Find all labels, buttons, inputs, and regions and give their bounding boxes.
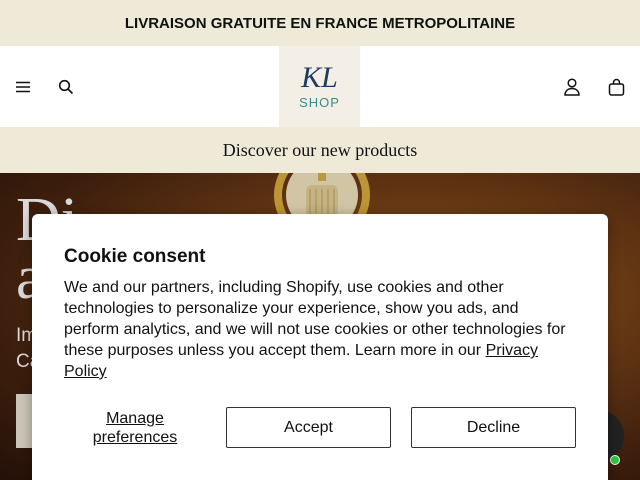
cookie-body: We and our partners, including Shopify, …	[64, 279, 566, 380]
discover-text: Discover our new products	[222, 139, 418, 160]
site-header: KL SHOP	[0, 46, 640, 127]
announcement-text: LIVRAISON GRATUITE EN FRANCE METROPOLITA…	[124, 14, 516, 32]
logo-text: SHOP	[299, 95, 340, 110]
manage-preferences-button[interactable]: Manage preferences	[64, 407, 206, 448]
cookie-consent-dialog: Cookie consent We and our partners, incl…	[32, 214, 608, 480]
cookie-actions: Manage preferences Accept Decline	[64, 407, 576, 448]
logo-mark: KL	[301, 61, 338, 94]
shop-logo[interactable]: KL SHOP	[279, 46, 360, 127]
accept-button[interactable]: Accept	[226, 407, 391, 448]
cart-icon[interactable]	[604, 75, 628, 99]
cookie-title: Cookie consent	[64, 246, 206, 267]
menu-icon[interactable]	[11, 75, 35, 99]
decline-button[interactable]: Decline	[411, 407, 576, 448]
announcement-bar: LIVRAISON GRATUITE EN FRANCE METROPOLITA…	[0, 0, 640, 46]
discover-banner[interactable]: Discover our new products	[0, 127, 640, 173]
search-icon[interactable]	[54, 75, 78, 99]
chat-online-indicator	[610, 455, 620, 465]
account-icon[interactable]	[560, 75, 584, 99]
